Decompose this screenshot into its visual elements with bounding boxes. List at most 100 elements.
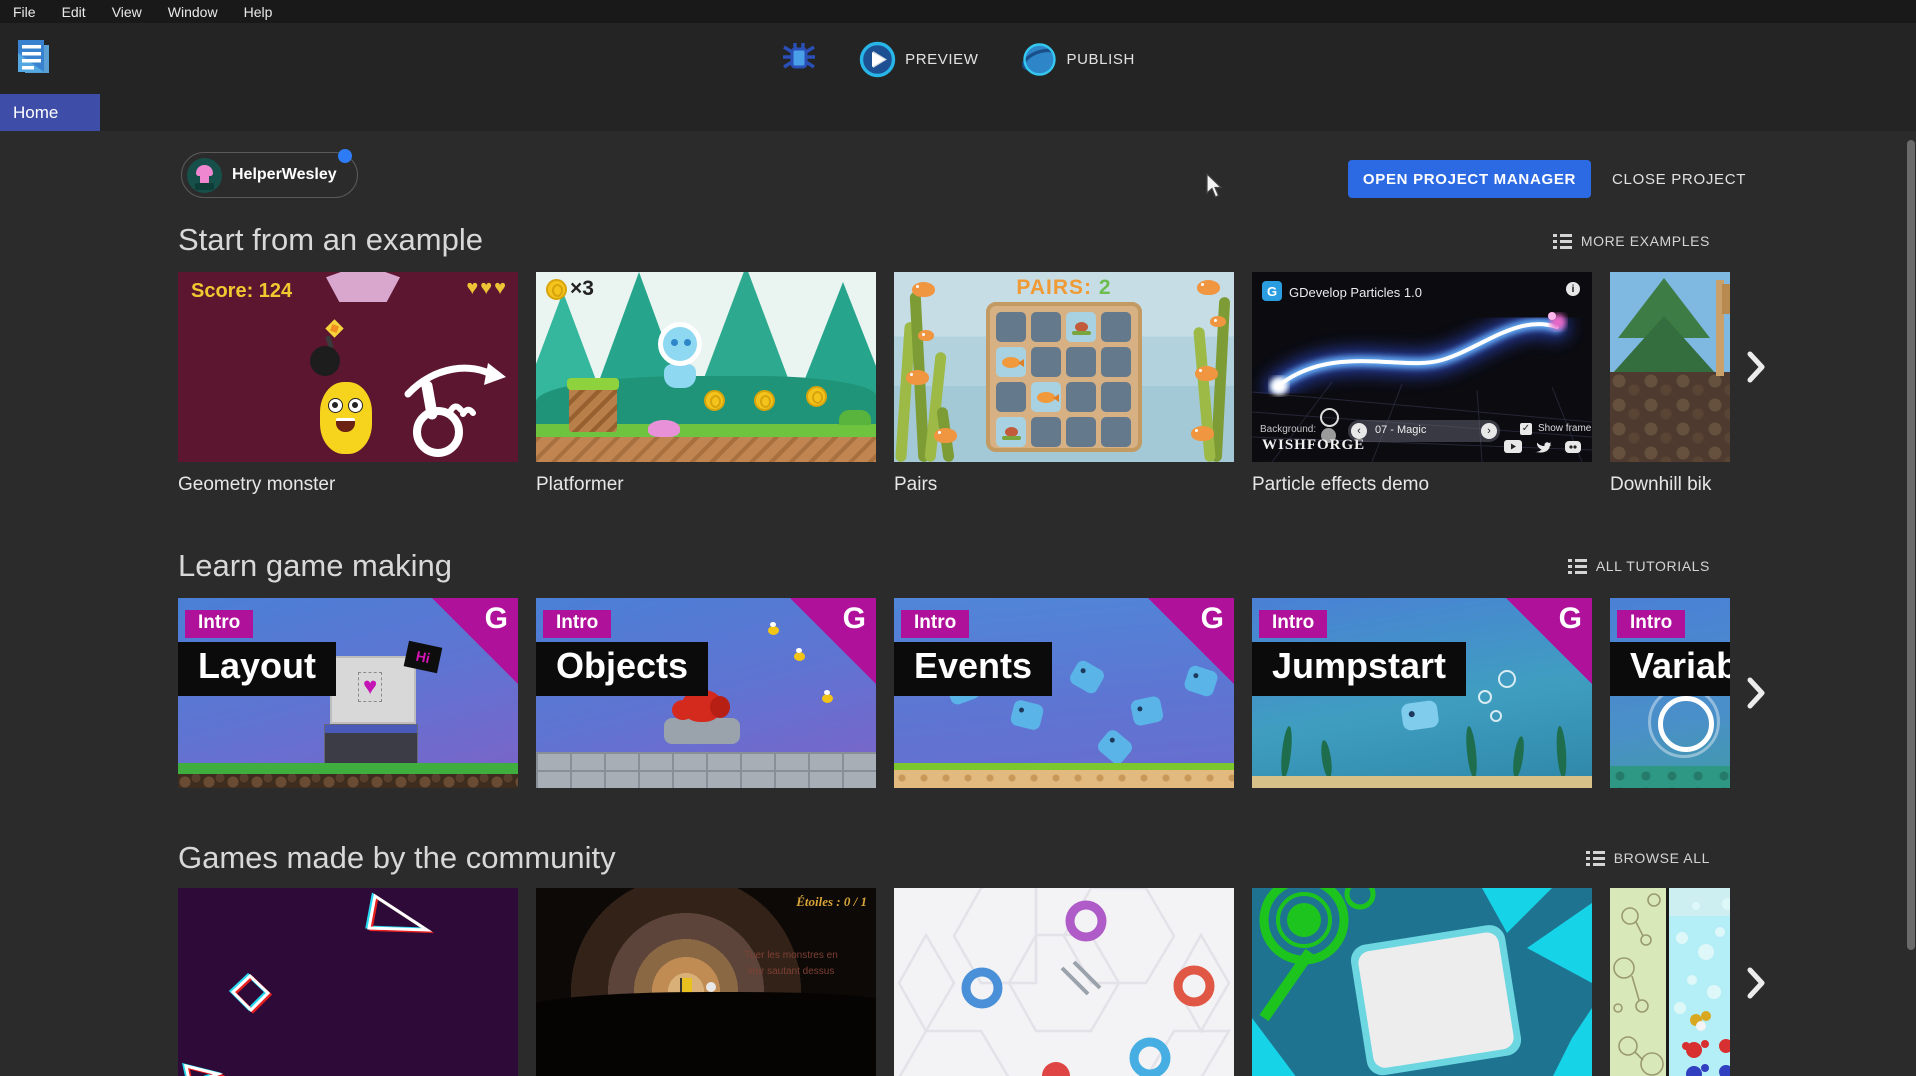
info-icon[interactable]: i <box>1566 282 1580 296</box>
menu-window[interactable]: Window <box>168 4 218 20</box>
intro-chip: Intro <box>901 610 969 638</box>
tab-home[interactable]: Home <box>0 94 100 131</box>
card-title: Pairs <box>894 474 937 496</box>
tutorial-card-events[interactable]: G Intro Events <box>894 598 1234 788</box>
preview-button[interactable]: PREVIEW <box>859 41 978 78</box>
flag <box>680 978 692 992</box>
community-card-hexagons[interactable] <box>894 888 1234 1076</box>
user-chip[interactable]: HelperWesley <box>181 152 358 198</box>
bee <box>768 626 779 635</box>
example-card-geometry-monster[interactable]: Score: 124 ♥♥♥ <box>178 272 518 462</box>
grass <box>894 763 1234 770</box>
fish-sprite <box>1068 658 1107 696</box>
notification-dot[interactable] <box>338 149 352 163</box>
player-ball <box>706 982 716 992</box>
avatar-art <box>195 183 214 190</box>
card-cell <box>1101 382 1131 412</box>
hint-text: Tuer les monstres en leur sautant dessus <box>724 948 858 980</box>
pentagon-shape <box>326 272 400 302</box>
fish <box>934 428 957 443</box>
publish-label: PUBLISH <box>1067 51 1135 68</box>
tutorial-card-variables[interactable]: G +1 Intro Variab <box>1610 598 1730 788</box>
card-cell <box>1066 347 1096 377</box>
card-title: Downhill bik <box>1610 474 1711 496</box>
sand <box>894 770 1234 788</box>
section-title-tutorials: Learn game making <box>178 548 452 584</box>
monster-eye <box>328 398 343 413</box>
molecules-scene <box>1610 888 1730 1076</box>
examples-row: Score: 124 ♥♥♥ <box>178 272 1730 463</box>
all-tutorials-label: ALL TUTORIALS <box>1596 558 1710 574</box>
browse-all-button[interactable]: BROWSE ALL <box>1580 849 1716 867</box>
tutorial-card-jumpstart[interactable]: G Intro Jumpstart <box>1252 598 1592 788</box>
tutorial-word: Variab <box>1610 642 1730 696</box>
card-cell <box>1101 417 1131 447</box>
menu-view[interactable]: View <box>112 4 142 20</box>
preview-label: PREVIEW <box>905 51 978 68</box>
examples-next-button[interactable] <box>1739 347 1773 387</box>
menu-edit[interactable]: Edit <box>62 4 86 20</box>
bubble <box>1478 690 1492 704</box>
teal-rings-scene <box>1252 888 1592 1076</box>
monster <box>320 382 372 454</box>
menu-file[interactable]: File <box>13 4 36 20</box>
seaweed <box>1511 736 1526 779</box>
community-row: Étoiles : 0 / 1 Tuer les monstres en leu… <box>178 888 1730 1076</box>
pine-tree <box>1612 316 1716 374</box>
dirt <box>536 437 876 462</box>
play-icon <box>859 41 896 78</box>
card-title: Particle effects demo <box>1252 474 1429 496</box>
fish-card <box>1037 392 1055 403</box>
example-titles: Geometry monster Platformer Pairs Partic… <box>178 474 1730 502</box>
toolbar: PREVIEW PUBLISH Home <box>0 23 1916 131</box>
gdevelop-logo: G <box>485 602 508 636</box>
browse-all-label: BROWSE ALL <box>1614 850 1710 866</box>
background-swatch-ring[interactable] <box>1320 408 1339 427</box>
open-project-manager-button[interactable]: OPEN PROJECT MANAGER <box>1348 160 1591 198</box>
demo-title: GDevelop Particles 1.0 <box>1289 285 1422 300</box>
more-examples-button[interactable]: MORE EXAMPLES <box>1547 232 1716 250</box>
card-cell <box>1031 347 1061 377</box>
publish-globe-icon <box>1021 41 1058 78</box>
community-card-neon-shapes[interactable] <box>178 888 518 1076</box>
tutorial-card-objects[interactable]: G Intro Objects <box>536 598 876 788</box>
list-icon <box>1553 234 1572 249</box>
card-cell-open <box>996 417 1026 447</box>
tutorial-word: Objects <box>536 642 708 696</box>
example-card-platformer[interactable]: ×3 <box>536 272 876 462</box>
scrollbar-thumb[interactable] <box>1907 140 1915 950</box>
effect-ring <box>1658 696 1714 752</box>
example-card-pairs[interactable]: PAIRS: 2 <box>894 272 1234 462</box>
debug-icon[interactable] <box>781 39 817 80</box>
community-card-night[interactable]: Étoiles : 0 / 1 Tuer les monstres en leu… <box>536 888 876 1076</box>
platform-block <box>569 384 617 432</box>
community-next-button[interactable] <box>1739 963 1773 1003</box>
close-project-button[interactable]: CLOSE PROJECT <box>1602 160 1756 198</box>
menu-help[interactable]: Help <box>244 4 273 20</box>
show-frame-checkbox[interactable]: ✓ <box>1520 423 1532 435</box>
community-card-molecules[interactable] <box>1610 888 1730 1076</box>
gdevelop-logo-icon: G <box>1262 281 1282 301</box>
example-card-downhill[interactable] <box>1610 272 1730 462</box>
dirt <box>178 774 518 788</box>
card-cell <box>1101 347 1131 377</box>
card-cell <box>1101 312 1131 342</box>
snail-card <box>1075 322 1088 332</box>
tutorials-row: G ♥ Hi Intro Layout G Intro Objects <box>178 598 1730 789</box>
fish-sprite <box>1130 695 1165 727</box>
pairs-label: PAIRS: <box>1016 276 1092 299</box>
tutorials-next-button[interactable] <box>1739 673 1773 713</box>
section-title-community: Games made by the community <box>178 840 616 876</box>
community-card-teal-rings[interactable] <box>1252 888 1592 1076</box>
fish-sprite <box>1183 664 1220 698</box>
example-card-particles[interactable]: G GDevelop Particles 1.0 i Background: ‹… <box>1252 272 1592 462</box>
preset-selector[interactable]: ‹ 07 - Magic › <box>1348 420 1500 442</box>
list-icon <box>1586 851 1605 866</box>
slime <box>648 420 680 437</box>
mouse-cursor <box>1205 173 1225 204</box>
all-tutorials-button[interactable]: ALL TUTORIALS <box>1562 557 1716 575</box>
publish-button[interactable]: PUBLISH <box>1021 41 1135 78</box>
floor <box>1610 766 1730 788</box>
tutorial-card-layout[interactable]: G ♥ Hi Intro Layout <box>178 598 518 788</box>
next-preset-icon[interactable]: › <box>1481 423 1497 439</box>
